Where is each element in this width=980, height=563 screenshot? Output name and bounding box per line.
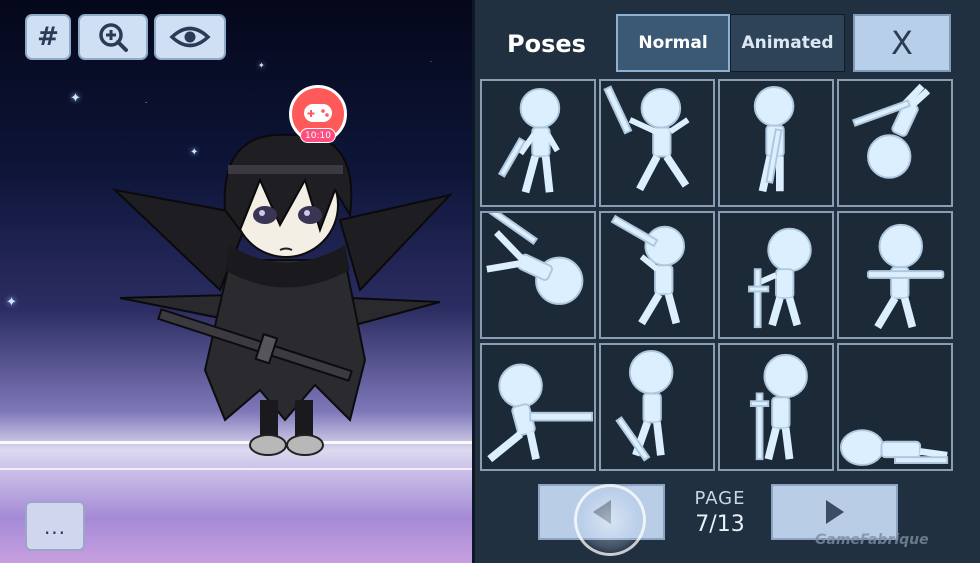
screen-recorder-badge[interactable]: 10:10 [289,85,347,143]
pose-tile[interactable] [718,79,834,207]
page-indicator: 7/13 [695,512,745,537]
panel-title: Poses [507,30,586,58]
more-options-button[interactable]: ... [25,501,85,551]
star-decoration: ✦ [70,91,81,106]
pose-figure [839,429,949,466]
pose-grid [480,79,953,471]
pose-figure [748,227,812,329]
star-decoration: ✦ [6,295,17,310]
character-scene: ✦ ✦ ✦ ✦ · · · # [0,0,472,563]
play-right-icon [825,500,844,524]
pose-figure [603,85,690,192]
pose-figure [615,350,674,462]
pose-tile[interactable] [718,343,834,471]
pose-tile[interactable] [599,79,715,207]
pose-figure [852,83,931,179]
star-decoration: · [145,99,148,107]
pose-figure [867,223,945,330]
pose-figure [753,86,795,193]
grid-toggle-button[interactable]: # [25,14,71,60]
pose-tile[interactable] [480,79,596,207]
close-icon: X [891,24,913,62]
zoom-button[interactable] [78,14,148,60]
watermark: GameFabrique [815,532,929,548]
hash-icon: # [37,22,59,52]
pose-tile[interactable] [599,343,715,471]
pose-tile[interactable] [837,343,953,471]
poses-panel: Poses Normal Animated X PAGE 7/13 GameFa… [472,0,980,563]
close-button[interactable]: X [853,14,951,72]
zoom-in-icon [99,23,128,52]
tab-animated[interactable]: Animated [730,14,845,72]
pose-tile[interactable] [599,211,715,339]
pose-figure [487,363,594,463]
pose-tile[interactable] [480,211,596,339]
character-figure[interactable] [110,120,460,465]
visibility-button[interactable] [154,14,226,60]
tab-normal[interactable]: Normal [616,14,730,72]
pose-tile[interactable] [480,343,596,471]
touch-indicator [574,484,646,556]
pose-tile[interactable] [837,211,953,339]
page-label: PAGE [694,488,746,509]
pose-figure [497,87,561,194]
pose-figure [749,353,808,461]
pose-tile[interactable] [718,211,834,339]
star-decoration: ✦ [258,61,265,70]
star-decoration: · [430,59,432,66]
record-timer: 10:10 [300,128,336,143]
eye-icon [169,26,211,48]
pose-tile[interactable] [837,79,953,207]
pose-figure [610,214,685,326]
pose-figure [486,213,584,305]
floor-line [0,468,472,470]
